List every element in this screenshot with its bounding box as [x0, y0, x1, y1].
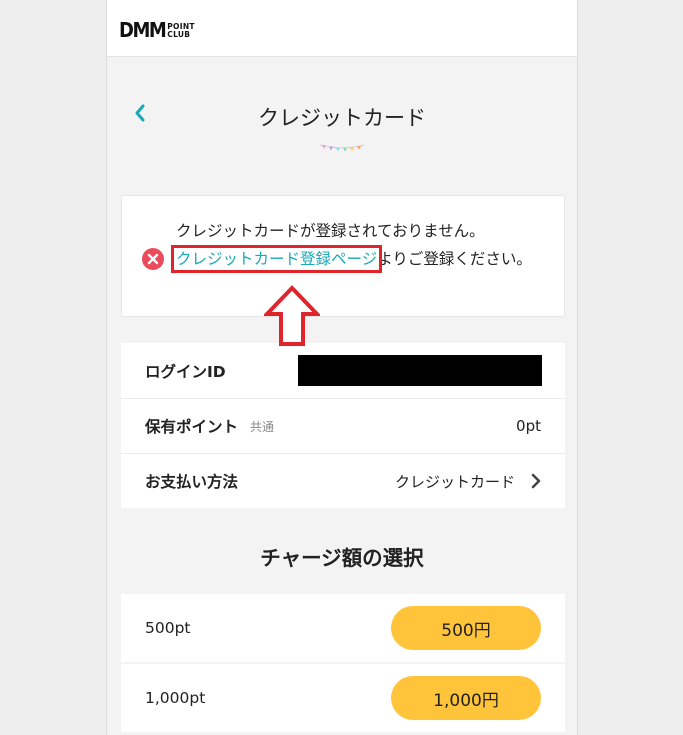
card-registration-link[interactable]: クレジットカード登録ページ: [170, 245, 383, 273]
points-label: 保有ポイント: [145, 418, 239, 436]
annotation-up-arrow-icon: [264, 285, 320, 346]
charge-option-label: 500pt: [145, 619, 191, 637]
alert-line-2: よりご登録ください。: [377, 250, 532, 268]
points-scope-label: 共通: [250, 419, 275, 434]
alert-line-1: クレジットカードが登録されておりません。: [176, 222, 485, 240]
alert-message: クレジットカードが登録されておりません。 クレジットカード登録ページよりご登録く…: [170, 217, 560, 273]
charge-500-button[interactable]: 500円: [391, 606, 541, 650]
payment-method-label: お支払い方法: [145, 473, 239, 491]
top-bar: DMM POINT CLUB: [107, 0, 577, 57]
dmm-point-club-logo[interactable]: DMM POINT CLUB: [119, 18, 195, 43]
login-id-redacted: [298, 355, 542, 386]
points-value: 0pt: [516, 417, 541, 435]
page-title: クレジットカード: [258, 106, 426, 130]
logo-sub-bottom: CLUB: [167, 29, 191, 39]
charge-option-1000: 1,000pt 1,000円: [121, 664, 565, 732]
payment-method-value: クレジットカード: [394, 472, 515, 491]
charge-section-title: チャージ額の選択: [260, 546, 424, 570]
points-row: 保有ポイント 共通 0pt: [121, 398, 565, 453]
account-info-list: ログインID 保有ポイント 共通 0pt お支払い方法 クレジットカード: [121, 343, 565, 508]
charge-option-label: 1,000pt: [145, 689, 206, 707]
chevron-right-icon[interactable]: [531, 473, 541, 489]
error-icon: [142, 248, 164, 270]
logo-main-text: DMM: [119, 18, 167, 43]
login-id-row: ログインID: [121, 343, 565, 398]
page-header: クレジットカード: [107, 57, 577, 177]
app-frame: DMM POINT CLUB クレジットカード クレジットカードが登録されており…: [106, 0, 578, 735]
charge-1000-button[interactable]: 1,000円: [391, 676, 541, 720]
error-alert-box: クレジットカードが登録されておりません。 クレジットカード登録ページよりご登録く…: [121, 195, 565, 317]
decorative-garland-icon: [319, 144, 365, 152]
charge-option-500: 500pt 500円: [121, 594, 565, 662]
logo-sub-text: POINT CLUB: [167, 22, 195, 39]
login-id-label: ログインID: [145, 362, 226, 381]
payment-method-row[interactable]: お支払い方法 クレジットカード: [121, 453, 565, 508]
